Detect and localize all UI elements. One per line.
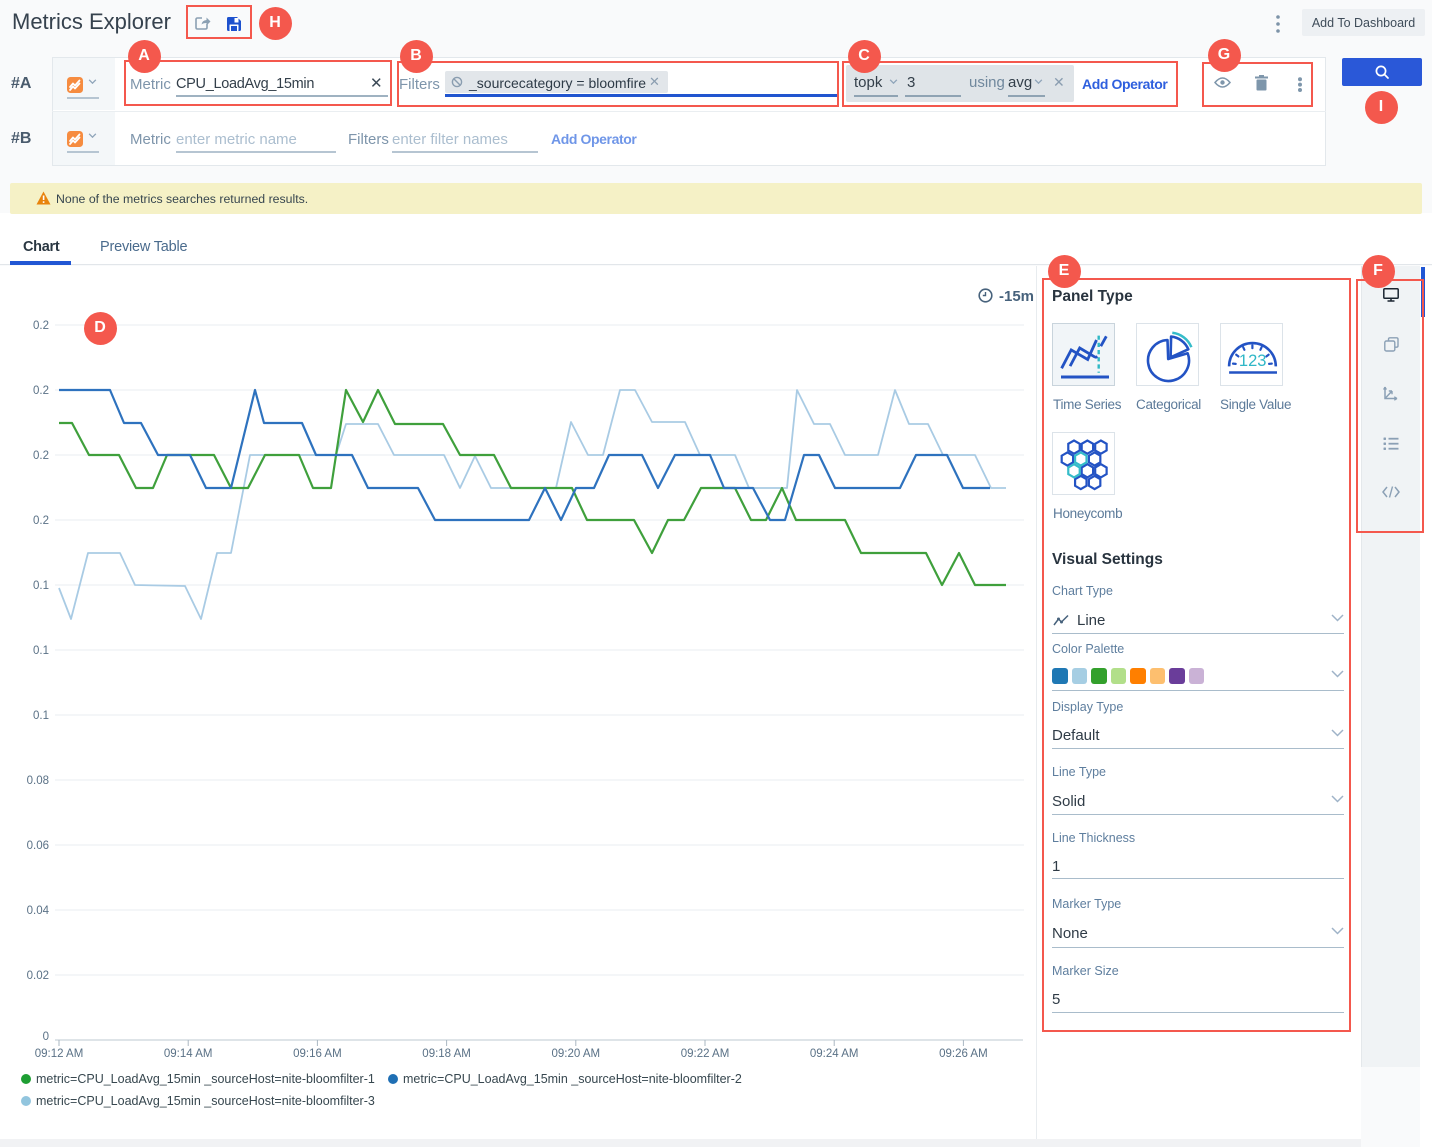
svg-text:0.2: 0.2 xyxy=(33,515,49,527)
svg-text:09:22 AM: 09:22 AM xyxy=(681,1048,730,1060)
svg-text:09:16 AM: 09:16 AM xyxy=(293,1048,342,1060)
svg-text:09:26 AM: 09:26 AM xyxy=(939,1048,988,1060)
svg-text:0.02: 0.02 xyxy=(27,970,49,982)
svg-text:09:12 AM: 09:12 AM xyxy=(35,1048,84,1060)
svg-text:0: 0 xyxy=(43,1031,49,1043)
svg-text:0.1: 0.1 xyxy=(33,710,49,722)
svg-text:0.04: 0.04 xyxy=(27,905,50,917)
svg-text:0.2: 0.2 xyxy=(33,450,49,462)
svg-text:0.2: 0.2 xyxy=(33,385,49,397)
svg-text:0.1: 0.1 xyxy=(33,580,49,592)
svg-text:0.06: 0.06 xyxy=(27,840,49,852)
svg-text:0.2: 0.2 xyxy=(33,320,49,332)
svg-text:0.08: 0.08 xyxy=(27,775,49,787)
svg-text:09:20 AM: 09:20 AM xyxy=(552,1048,601,1060)
svg-text:0.1: 0.1 xyxy=(33,645,49,657)
svg-text:09:18 AM: 09:18 AM xyxy=(422,1048,471,1060)
svg-text:09:14 AM: 09:14 AM xyxy=(164,1048,213,1060)
svg-text:09:24 AM: 09:24 AM xyxy=(810,1048,859,1060)
